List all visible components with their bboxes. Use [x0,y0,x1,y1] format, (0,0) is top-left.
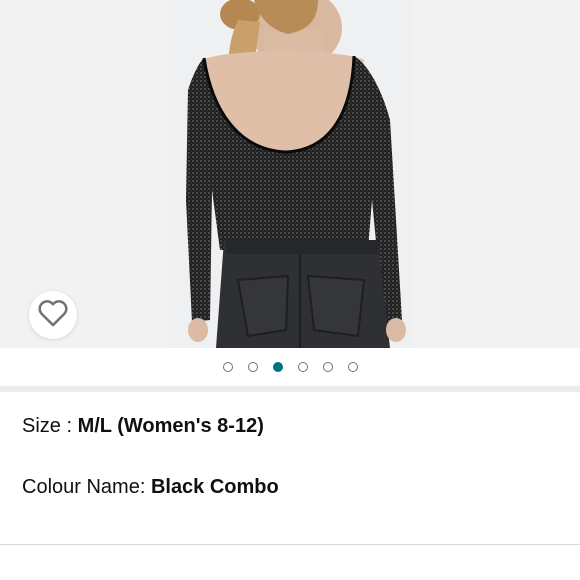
carousel-dot-6[interactable] [347,362,358,372]
carousel-dot-3[interactable] [272,362,283,372]
product-photo[interactable] [168,0,411,348]
product-image-carousel[interactable] [0,0,580,348]
wishlist-button[interactable] [29,291,77,339]
colour-row[interactable]: Colour Name: Black Combo [22,475,279,499]
colour-label: Colour Name: [22,476,151,498]
carousel-indicators [0,348,580,386]
size-row[interactable]: Size : M/L (Women's 8-12) [22,414,264,438]
carousel-dot-1[interactable] [222,362,233,372]
product-detail-page: Size : M/L (Women's 8-12) Colour Name: B… [0,0,580,580]
section-separator [0,386,580,392]
carousel-dot-2[interactable] [247,362,258,372]
carousel-dot-4[interactable] [297,362,308,372]
carousel-dot-5[interactable] [322,362,333,372]
heart-outline-icon [36,296,70,335]
size-value: M/L (Women's 8-12) [77,415,264,437]
divider [0,544,580,545]
size-label: Size : [22,415,78,437]
colour-value: Black Combo [150,476,279,498]
